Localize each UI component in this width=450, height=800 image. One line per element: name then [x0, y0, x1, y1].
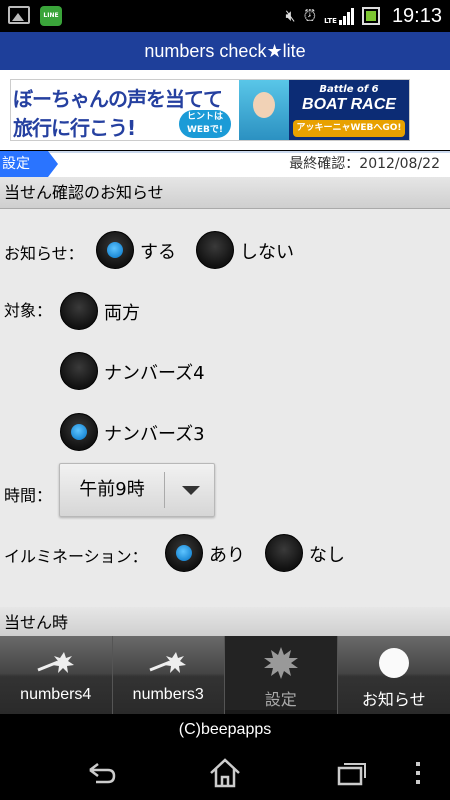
target-both-radio[interactable]	[60, 292, 98, 330]
status-right-icons: 🔇︎ ⏰︎ LTE 19:13	[286, 4, 443, 28]
ad-area: ぼーちゃんの声を当てて 旅行に行こう! ヒントは WEBで! Battle of…	[0, 70, 450, 150]
lottery-ball-icon	[149, 652, 187, 673]
ad-banner[interactable]: ぼーちゃんの声を当てて 旅行に行こう! ヒントは WEBで! Battle of…	[10, 79, 410, 141]
ad-right-panel: Battle of 6 BOAT RACE アッキーニャWEBへGO!	[289, 80, 409, 140]
illumination-off-radio[interactable]	[265, 534, 303, 572]
illumination-label: イルミネーション：	[4, 547, 148, 566]
line-app-icon: LINE	[40, 6, 62, 26]
nav-settings[interactable]: 設定	[225, 636, 338, 714]
image-icon	[8, 6, 30, 24]
time-label: 時間：	[4, 486, 53, 505]
nav-settings-label: 設定	[264, 692, 297, 709]
settings-content: お知らせ： する しない 対象： 両方 ナンバーズ4 ナンバーズ3 時間： 午前…	[0, 209, 450, 607]
target-numbers3-label[interactable]: ナンバーズ3	[104, 420, 205, 446]
settings-burst-icon	[263, 647, 298, 679]
target-both-label[interactable]: 両方	[104, 299, 140, 325]
nav-numbers3[interactable]: numbers3	[112, 636, 225, 714]
recent-apps-icon[interactable]	[333, 756, 369, 790]
notify-off-label[interactable]: しない	[240, 238, 294, 264]
alarm-icon: ⏰︎	[303, 6, 317, 25]
nav-numbers4[interactable]: numbers4	[0, 636, 113, 714]
ad-cta: アッキーニャWEBへGO!	[293, 120, 405, 137]
illumination-on-radio[interactable]	[165, 534, 203, 572]
signal-bars	[338, 7, 354, 25]
ad-hint-badge: ヒントは WEBで!	[179, 110, 231, 138]
settings-header: 設定 最終確認：2012/08/22	[0, 151, 450, 177]
target-numbers4-radio[interactable]	[60, 352, 98, 390]
last-check-date: 最終確認：2012/08/22	[289, 156, 440, 172]
notify-label: お知らせ：	[4, 244, 84, 263]
status-left-icons: LINE	[8, 6, 62, 26]
app-title: numbers check★lite	[0, 32, 450, 70]
time-dropdown-value: 午前9時	[79, 479, 145, 500]
time-dropdown[interactable]: 午前9時	[59, 463, 215, 517]
nav-notice-label: お知らせ	[361, 692, 426, 709]
notify-off-radio[interactable]	[196, 231, 234, 269]
chevron-down-icon	[182, 486, 200, 495]
ad-boatrace-logo: BOAT RACE	[302, 96, 396, 113]
clock: 19:13	[391, 4, 442, 27]
dropdown-separator	[164, 472, 165, 508]
settings-tab-label: 設定	[0, 151, 58, 177]
ad-battle-text: Battle of 6	[319, 84, 379, 95]
notice-circle-icon	[378, 648, 409, 678]
home-icon[interactable]	[207, 756, 243, 790]
lte-label: LTE	[324, 17, 337, 25]
section-title-on-win: 当せん時	[0, 607, 450, 636]
lottery-ball-icon	[37, 652, 74, 673]
nav-numbers4-label: numbers4	[20, 686, 92, 703]
mute-icon: 🔇︎	[285, 6, 296, 25]
nav-numbers3-label: numbers3	[132, 686, 204, 703]
ad-headline-2: 旅行に行こう!	[13, 116, 136, 140]
notify-on-radio[interactable]	[96, 231, 134, 269]
illumination-off-label[interactable]: なし	[309, 541, 345, 567]
nav-notice[interactable]: お知らせ	[337, 636, 450, 714]
menu-icon[interactable]	[408, 756, 428, 790]
notify-on-label[interactable]: する	[140, 238, 176, 264]
illumination-on-label[interactable]: あり	[209, 541, 245, 567]
copyright: (C)beepapps	[0, 714, 450, 746]
ad-headline-1: ぼーちゃんの声を当てて	[13, 87, 223, 111]
bottom-nav: numbers4 numbers3 設定 お知らせ	[0, 636, 450, 714]
section-title-notify: 当せん確認のお知らせ	[0, 177, 450, 209]
ad-left-panel: ぼーちゃんの声を当てて 旅行に行こう! ヒントは WEBで!	[11, 80, 291, 140]
battery-icon	[361, 7, 380, 25]
lte-signal-icon: LTE	[324, 7, 354, 25]
ad-character-image	[239, 80, 291, 140]
system-nav-bar	[0, 746, 450, 800]
target-numbers3-radio[interactable]	[60, 413, 98, 451]
status-bar: LINE 🔇︎ ⏰︎ LTE 19:13	[0, 0, 450, 32]
target-numbers4-label[interactable]: ナンバーズ4	[104, 359, 205, 385]
target-label: 対象：	[4, 301, 53, 320]
back-icon[interactable]	[82, 756, 118, 790]
